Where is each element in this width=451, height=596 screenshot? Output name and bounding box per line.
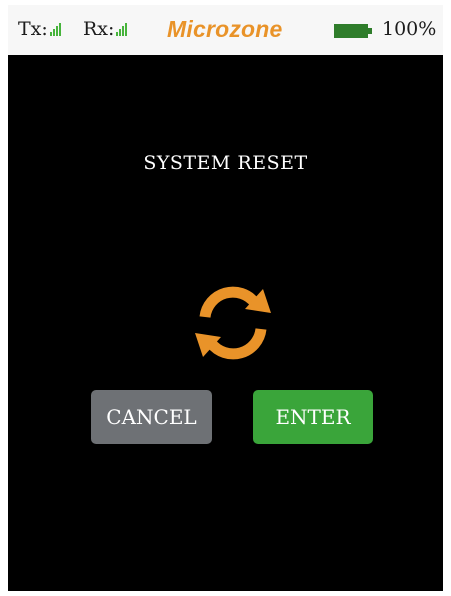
rx-label: Rx: — [83, 18, 115, 40]
status-bar: Tx: Rx: Microzone 100% — [8, 5, 443, 55]
battery-percent: 100% — [382, 18, 437, 40]
tx-indicator: Tx: — [18, 18, 62, 40]
device-screen: Tx: Rx: Microzone 100% SYSTEM RESET CANC… — [8, 5, 443, 591]
cancel-button[interactable]: CANCEL — [91, 390, 212, 444]
reset-refresh-icon — [195, 286, 271, 360]
rx-signal-icon — [116, 23, 128, 36]
enter-button[interactable]: ENTER — [253, 390, 373, 444]
tx-signal-icon — [49, 23, 62, 36]
battery-icon — [334, 24, 372, 38]
rx-indicator: Rx: — [83, 18, 128, 40]
tx-label: Tx: — [18, 18, 48, 40]
page-title: SYSTEM RESET — [143, 152, 308, 174]
brand-logo: Microzone — [167, 16, 283, 42]
